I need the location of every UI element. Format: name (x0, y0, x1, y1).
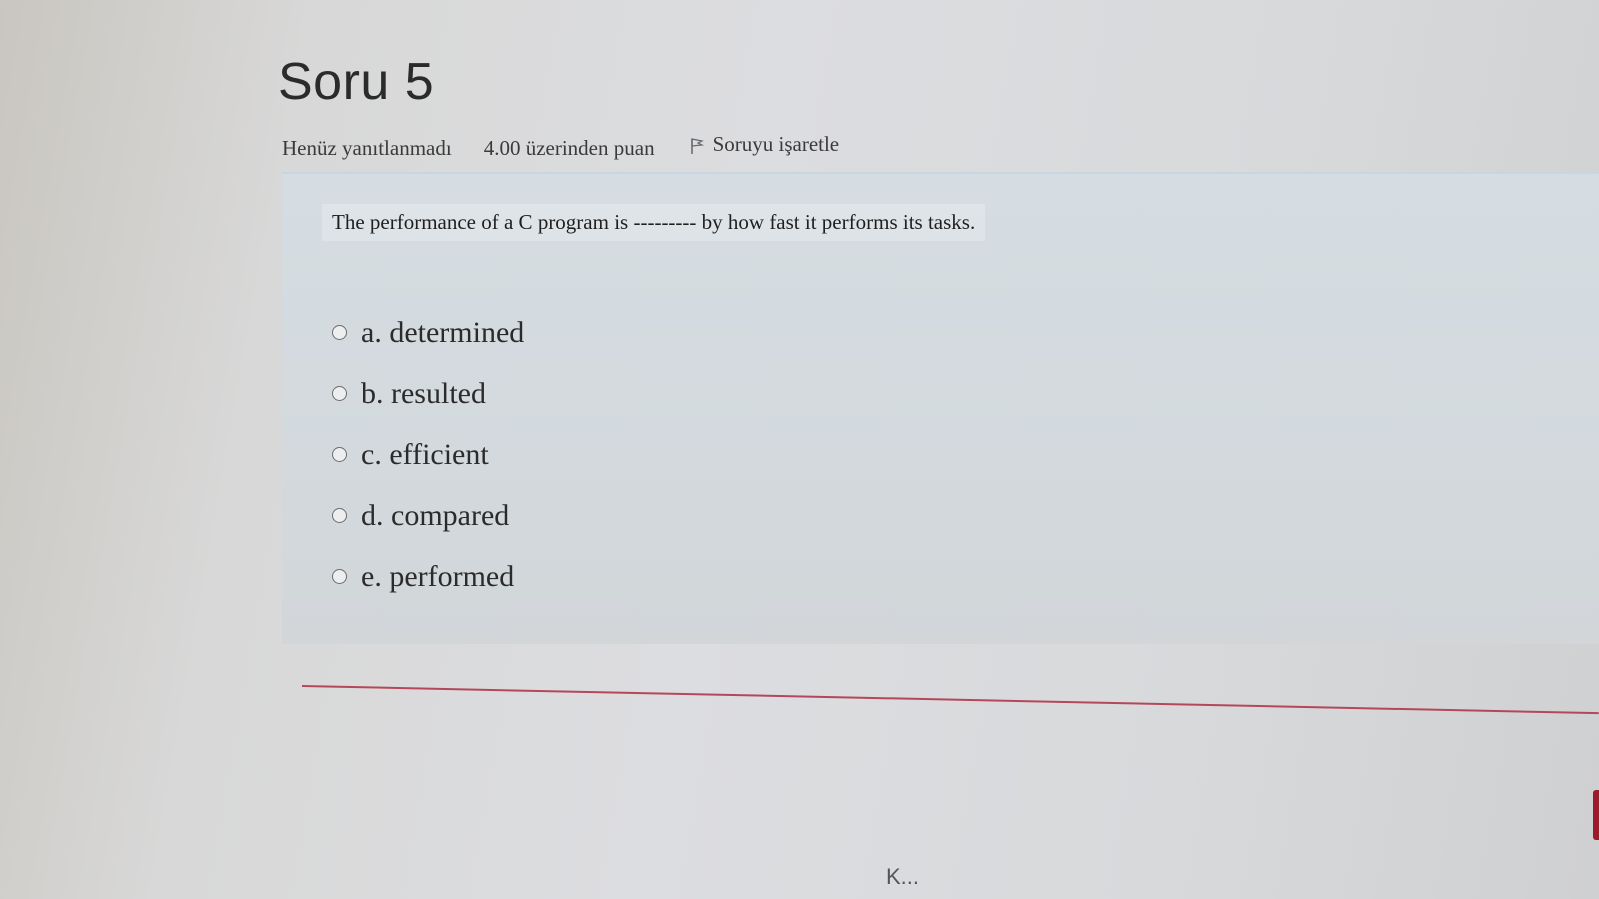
answer-label: e. performed (361, 559, 515, 593)
answer-label: d. compared (361, 498, 510, 532)
answer-label: c. efficient (361, 437, 489, 471)
answer-option-a[interactable]: a. determined (332, 302, 524, 363)
question-title: Soru 5 (278, 53, 435, 111)
answer-option-c[interactable]: c. efficient (332, 424, 524, 485)
footer-partial-text: K... (886, 864, 920, 889)
question-grade: 4.00 üzerinden puan (483, 135, 655, 160)
radio-button[interactable] (332, 325, 347, 340)
question-status: Henüz yanıtlanmadı (282, 135, 452, 160)
question-text: The performance of a C program is ------… (322, 204, 986, 241)
quiz-page: Soru 5 Henüz yanıtlanmadı 4.00 üzerinden… (0, 0, 1599, 899)
radio-button[interactable] (332, 447, 347, 462)
question-info: Henüz yanıtlanmadı 4.00 üzerinden puan S… (282, 132, 839, 161)
radio-button[interactable] (332, 508, 347, 523)
answer-options: a. determined b. resulted c. efficient d… (332, 302, 524, 607)
edge-button[interactable] (1593, 790, 1599, 840)
flag-question-label: Soruyu işaretle (712, 132, 840, 156)
answer-option-b[interactable]: b. resulted (332, 363, 524, 424)
answer-label: a. determined (361, 315, 525, 349)
flag-icon (689, 136, 705, 154)
section-divider (301, 685, 1599, 715)
radio-button[interactable] (332, 386, 347, 401)
question-content: The performance of a C program is ------… (282, 172, 1599, 644)
answer-label: b. resulted (361, 376, 486, 410)
flag-question-link[interactable]: Soruyu işaretle (689, 132, 840, 157)
answer-option-d[interactable]: d. compared (332, 485, 524, 546)
answer-option-e[interactable]: e. performed (332, 546, 524, 607)
radio-button[interactable] (332, 569, 347, 584)
